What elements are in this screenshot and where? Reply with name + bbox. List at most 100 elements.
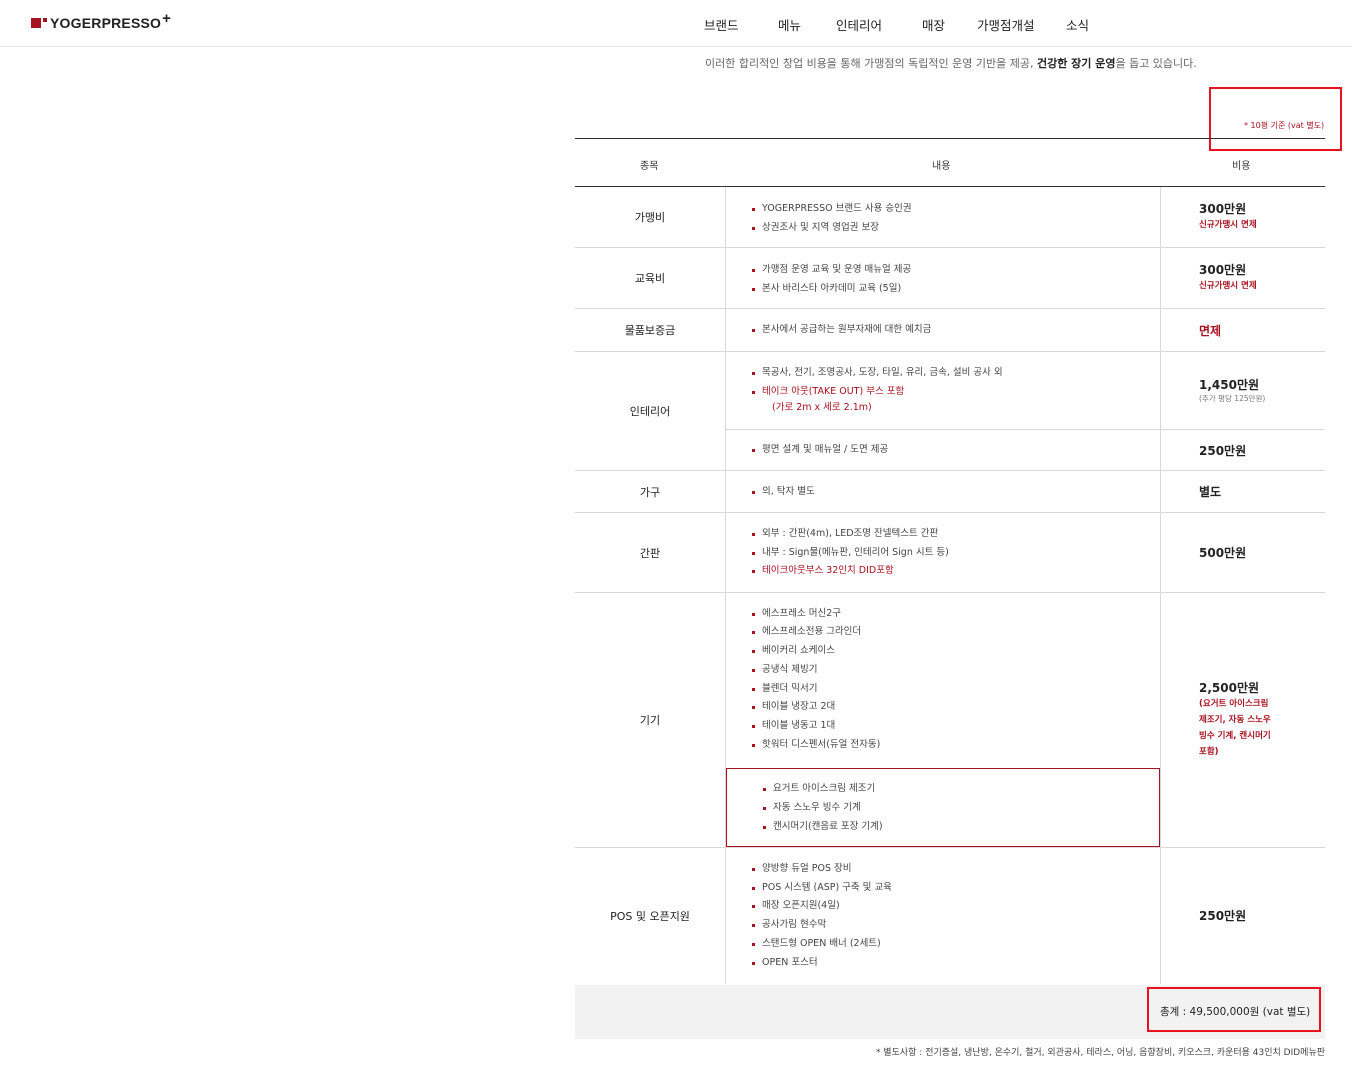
row-cost: 2,500만원 (요거트 아이스크림 제조기, 자동 스노우 빙수 기계, 캔시… — [1160, 593, 1325, 847]
row-content: 본사에서 공급하는 원부자재에 대한 예치금 — [726, 309, 1160, 351]
list-item: 상권조사 및 지역 영업권 보장 — [752, 222, 879, 233]
cost-value: 300만원 — [1199, 263, 1247, 277]
table-row: 교육비 가맹점 운영 교육 및 운영 매뉴얼 제공 본사 바리스타 아카데미 교… — [575, 248, 1325, 309]
cost-note-line: 빙수 기계, 캔시머기 — [1199, 731, 1271, 741]
nav-stores[interactable]: 매장 — [922, 15, 945, 34]
list-item: 본사에서 공급하는 원부자재에 대한 예치금 — [751, 324, 932, 335]
total-amount: 총계 : 49,500,000원 (vat 별도) — [1160, 1006, 1311, 1018]
row-cost: 1,450만원 (추가 평당 125만원) — [1160, 352, 1325, 429]
row-content: 에스프레소 머신2구 에스프레소전용 그라인더 베이커리 쇼케이스 공냉식 제빙… — [726, 593, 1160, 768]
list-item: 스탠드형 OPEN 배너 (2세트) — [752, 938, 881, 949]
row-category: 기기 — [575, 593, 726, 847]
list-item: 핫워터 디스펜서(듀얼 전자동) — [751, 739, 881, 750]
cost-note-line: 제조기, 자동 스노우 — [1199, 715, 1271, 725]
list-item: 목공사, 전기, 조명공사, 도장, 타일, 유리, 금속, 설비 공사 외 — [752, 367, 1003, 378]
row-category: POS 및 오픈지원 — [575, 848, 726, 984]
row-cost: 300만원 신규가맹시 면제 — [1160, 248, 1325, 308]
highlighted-equipment-box: 요거트 아이스크림 제조기 자동 스노우 빙수 기계 캔시머기(캔음료 포장 기… — [726, 768, 1160, 847]
nav-brand[interactable]: 브랜드 — [704, 15, 739, 34]
list-item: 의, 탁자 별도 — [752, 486, 815, 497]
list-item: 베이커리 쇼케이스 — [752, 645, 835, 656]
cost-note: 신규가맹시 면제 — [1199, 220, 1257, 230]
list-item-continued: (가로 2m x 세로 2.1m) — [772, 402, 872, 413]
table-row: 가구 의, 탁자 별도 별도 — [575, 471, 1325, 513]
row-category: 가맹비 — [575, 187, 726, 247]
table-row: 가맹비 YOGERPRESSO 브랜드 사용 승인권 상권조사 및 지역 영업권… — [575, 187, 1325, 248]
table-header: 종목 내용 비용 — [575, 138, 1325, 187]
row-content: 양방향 듀얼 POS 장비 POS 시스템 (ASP) 구축 및 교육 매장 오… — [726, 848, 1160, 984]
list-item: 가맹점 운영 교육 및 운영 매뉴얼 제공 — [751, 264, 912, 275]
footnote: * 별도사항 : 전기증설, 냉난방, 온수기, 철거, 외관공사, 테라스, … — [875, 1048, 1325, 1058]
list-item: 외부 : 간판(4m), LED조명 잔넬텍스트 간판 — [751, 528, 939, 539]
row-cost: 250만원 — [1160, 848, 1325, 984]
list-item: POS 시스템 (ASP) 구축 및 교육 — [752, 882, 892, 893]
cost-value: 1,450만원 — [1199, 377, 1260, 392]
row-cost: 500만원 — [1160, 513, 1325, 592]
table-row: 인테리어 목공사, 전기, 조명공사, 도장, 타일, 유리, 금속, 설비 공… — [575, 352, 1325, 471]
list-item: 블렌더 믹서기 — [751, 683, 818, 694]
list-item: 테이블 냉장고 2대 — [751, 701, 836, 712]
cost-value: 250만원 — [1199, 443, 1247, 458]
cost-note: (추가 평당 125만원) — [1199, 393, 1266, 403]
row-category: 교육비 — [575, 248, 726, 308]
list-item: 공냉식 제빙기 — [751, 664, 818, 675]
row-cost: 별도 — [1160, 471, 1325, 512]
nav-menu[interactable]: 메뉴 — [778, 15, 801, 34]
row-content: 목공사, 전기, 조명공사, 도장, 타일, 유리, 금속, 설비 공사 외 테… — [726, 352, 1160, 429]
row-subcontent: 평면 설계 및 매뉴얼 / 도면 제공 — [726, 430, 1160, 471]
header-category: 종목 — [640, 161, 659, 172]
list-item: 매장 오픈지원(4일) — [752, 900, 840, 911]
table-row: 물품보증금 본사에서 공급하는 원부자재에 대한 예치금 면제 — [575, 309, 1325, 352]
row-content: 외부 : 간판(4m), LED조명 잔넬텍스트 간판 내부 : Sign물(메… — [726, 513, 1160, 592]
row-content: YOGERPRESSO 브랜드 사용 승인권 상권조사 및 지역 영업권 보장 — [726, 187, 1160, 247]
cost-table: 종목 내용 비용 가맹비 YOGERPRESSO 브랜드 사용 승인권 상권조사… — [575, 138, 1325, 984]
cost-value: 300만원 — [1199, 202, 1247, 216]
list-item: 본사 바리스타 아카데미 교육 (5일) — [751, 283, 902, 294]
vat-note: * 10평 기준 (vat 별도) — [1244, 121, 1325, 130]
list-item: 자동 스노우 빙수 기계 — [763, 802, 861, 813]
cost-note: 신규가맹시 면제 — [1199, 281, 1257, 291]
row-cost: 300만원 신규가맹시 면제 — [1160, 187, 1325, 247]
row-category: 물품보증금 — [575, 309, 726, 351]
nav-franchise[interactable]: 가맹점개설 — [977, 15, 1035, 34]
list-item: 에스프레소전용 그라인더 — [751, 626, 862, 637]
cost-value: 별도 — [1199, 484, 1222, 499]
site-header: YOGERPRESSO + 브랜드 메뉴 인테리어 매장 가맹점개설 소식 — [0, 0, 1352, 47]
list-item: 내부 : Sign물(메뉴판, 인테리어 Sign 시트 등) — [752, 547, 949, 558]
row-content: 의, 탁자 별도 — [726, 471, 1160, 512]
list-item: OPEN 포스터 — [752, 957, 818, 968]
list-item: 테이블 냉동고 1대 — [751, 720, 836, 731]
intro-text: 이러한 합리적인 창업 비용을 통해 가맹점의 독립적인 운영 기반을 제공, … — [705, 55, 1197, 71]
cost-value: 250만원 — [1199, 909, 1247, 923]
nav-interior[interactable]: 인테리어 — [836, 15, 882, 34]
list-item: 캔시머기(캔음료 포장 기계) — [763, 821, 883, 832]
list-item: 테이크 아웃(TAKE OUT) 부스 포함 — [751, 386, 905, 397]
list-item: 공사가림 현수막 — [751, 919, 827, 930]
row-category: 간판 — [575, 513, 726, 592]
intro-bold: 건강한 장기 운영 — [1036, 57, 1116, 70]
intro-text-after: 을 돕고 있습니다. — [1115, 57, 1197, 70]
row-cost: 면제 — [1160, 309, 1325, 351]
row-category: 인테리어 — [575, 352, 726, 470]
table-row: 간판 외부 : 간판(4m), LED조명 잔넬텍스트 간판 내부 : Sign… — [575, 513, 1325, 593]
table-row: 기기 에스프레소 머신2구 에스프레소전용 그라인더 베이커리 쇼케이스 공냉식… — [575, 593, 1325, 848]
cost-note-line: 포함) — [1199, 747, 1219, 757]
table-row: POS 및 오픈지원 양방향 듀얼 POS 장비 POS 시스템 (ASP) 구… — [575, 848, 1325, 984]
list-item: YOGERPRESSO 브랜드 사용 승인권 — [752, 203, 912, 214]
header-content: 내용 — [932, 161, 951, 172]
cost-note-line: (요거트 아이스크림 — [1199, 699, 1269, 709]
row-subcost: 250만원 — [1160, 430, 1325, 471]
main-nav: 브랜드 메뉴 인테리어 매장 가맹점개설 소식 — [0, 15, 1352, 33]
header-cost: 비용 — [1232, 161, 1251, 172]
cost-value: 500만원 — [1199, 545, 1247, 560]
list-item: 에스프레소 머신2구 — [752, 608, 841, 619]
cost-value: 면제 — [1199, 323, 1222, 338]
row-category: 가구 — [575, 471, 726, 512]
list-item: 요거트 아이스크림 제조기 — [762, 783, 876, 794]
row-content: 가맹점 운영 교육 및 운영 매뉴얼 제공 본사 바리스타 아카데미 교육 (5… — [726, 248, 1160, 308]
nav-news[interactable]: 소식 — [1066, 15, 1089, 34]
intro-text-before: 이러한 합리적인 창업 비용을 통해 가맹점의 독립적인 운영 기반을 제공, — [705, 57, 1037, 70]
cost-value: 2,500만원 — [1199, 681, 1260, 695]
list-item: 평면 설계 및 매뉴얼 / 도면 제공 — [751, 444, 889, 455]
list-item: 양방향 듀얼 POS 장비 — [751, 863, 852, 874]
